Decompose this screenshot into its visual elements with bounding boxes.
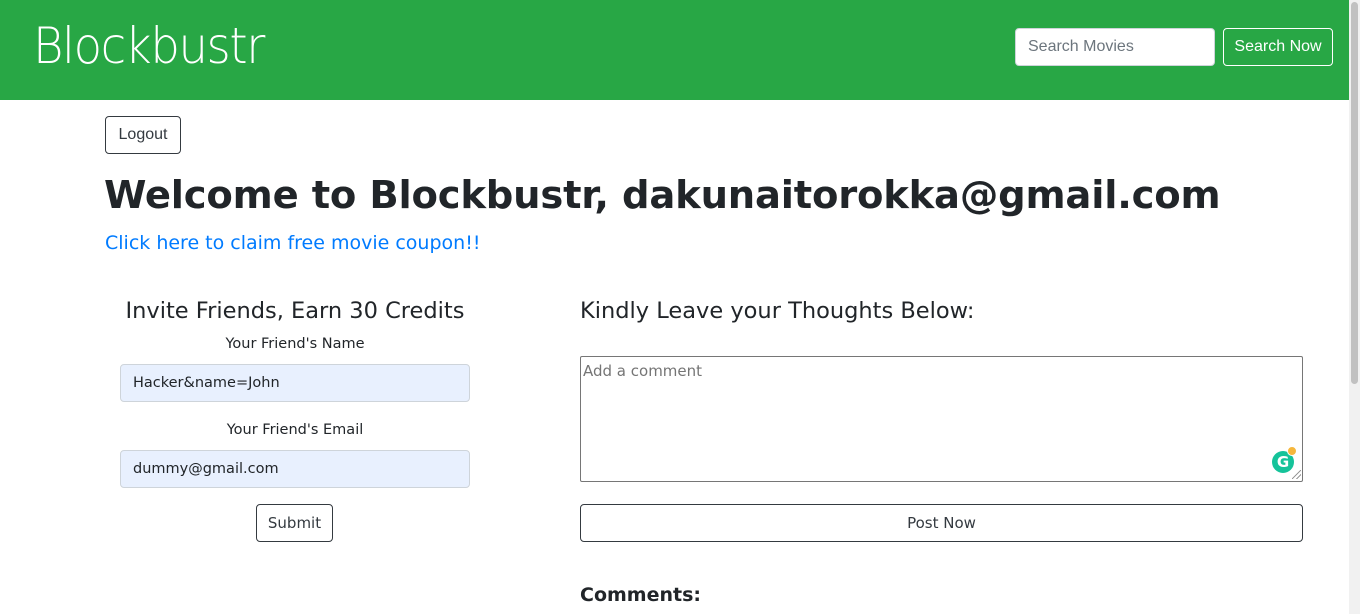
logout-button[interactable]: Logout xyxy=(105,116,181,154)
scrollbar-thumb[interactable] xyxy=(1351,2,1358,384)
grammarly-alert-badge xyxy=(1287,446,1297,456)
thoughts-title: Kindly Leave your Thoughts Below: xyxy=(580,298,975,324)
comment-textarea[interactable] xyxy=(580,356,1303,482)
comments-heading: Comments: xyxy=(580,584,701,606)
friend-name-label: Your Friend's Name xyxy=(225,336,365,352)
submit-button[interactable]: Submit xyxy=(256,504,333,542)
page-scrollbar[interactable] xyxy=(1349,0,1360,614)
post-now-button[interactable]: Post Now xyxy=(580,504,1303,542)
search-now-button[interactable]: Search Now xyxy=(1223,28,1333,66)
invite-friends-title: Invite Friends, Earn 30 Credits xyxy=(125,298,465,324)
brand-logo[interactable]: Blockbustr xyxy=(33,14,265,78)
navbar: Blockbustr Search Now xyxy=(0,0,1349,100)
resize-handle-icon[interactable] xyxy=(1292,470,1301,479)
claim-coupon-link[interactable]: Click here to claim free movie coupon!! xyxy=(105,230,480,256)
friend-email-label: Your Friend's Email xyxy=(226,422,364,438)
friend-name-input[interactable] xyxy=(120,364,470,402)
welcome-heading: Welcome to Blockbustr, dakunaitorokka@gm… xyxy=(104,173,1221,218)
search-movies-input[interactable] xyxy=(1015,28,1215,66)
friend-email-input[interactable] xyxy=(120,450,470,488)
